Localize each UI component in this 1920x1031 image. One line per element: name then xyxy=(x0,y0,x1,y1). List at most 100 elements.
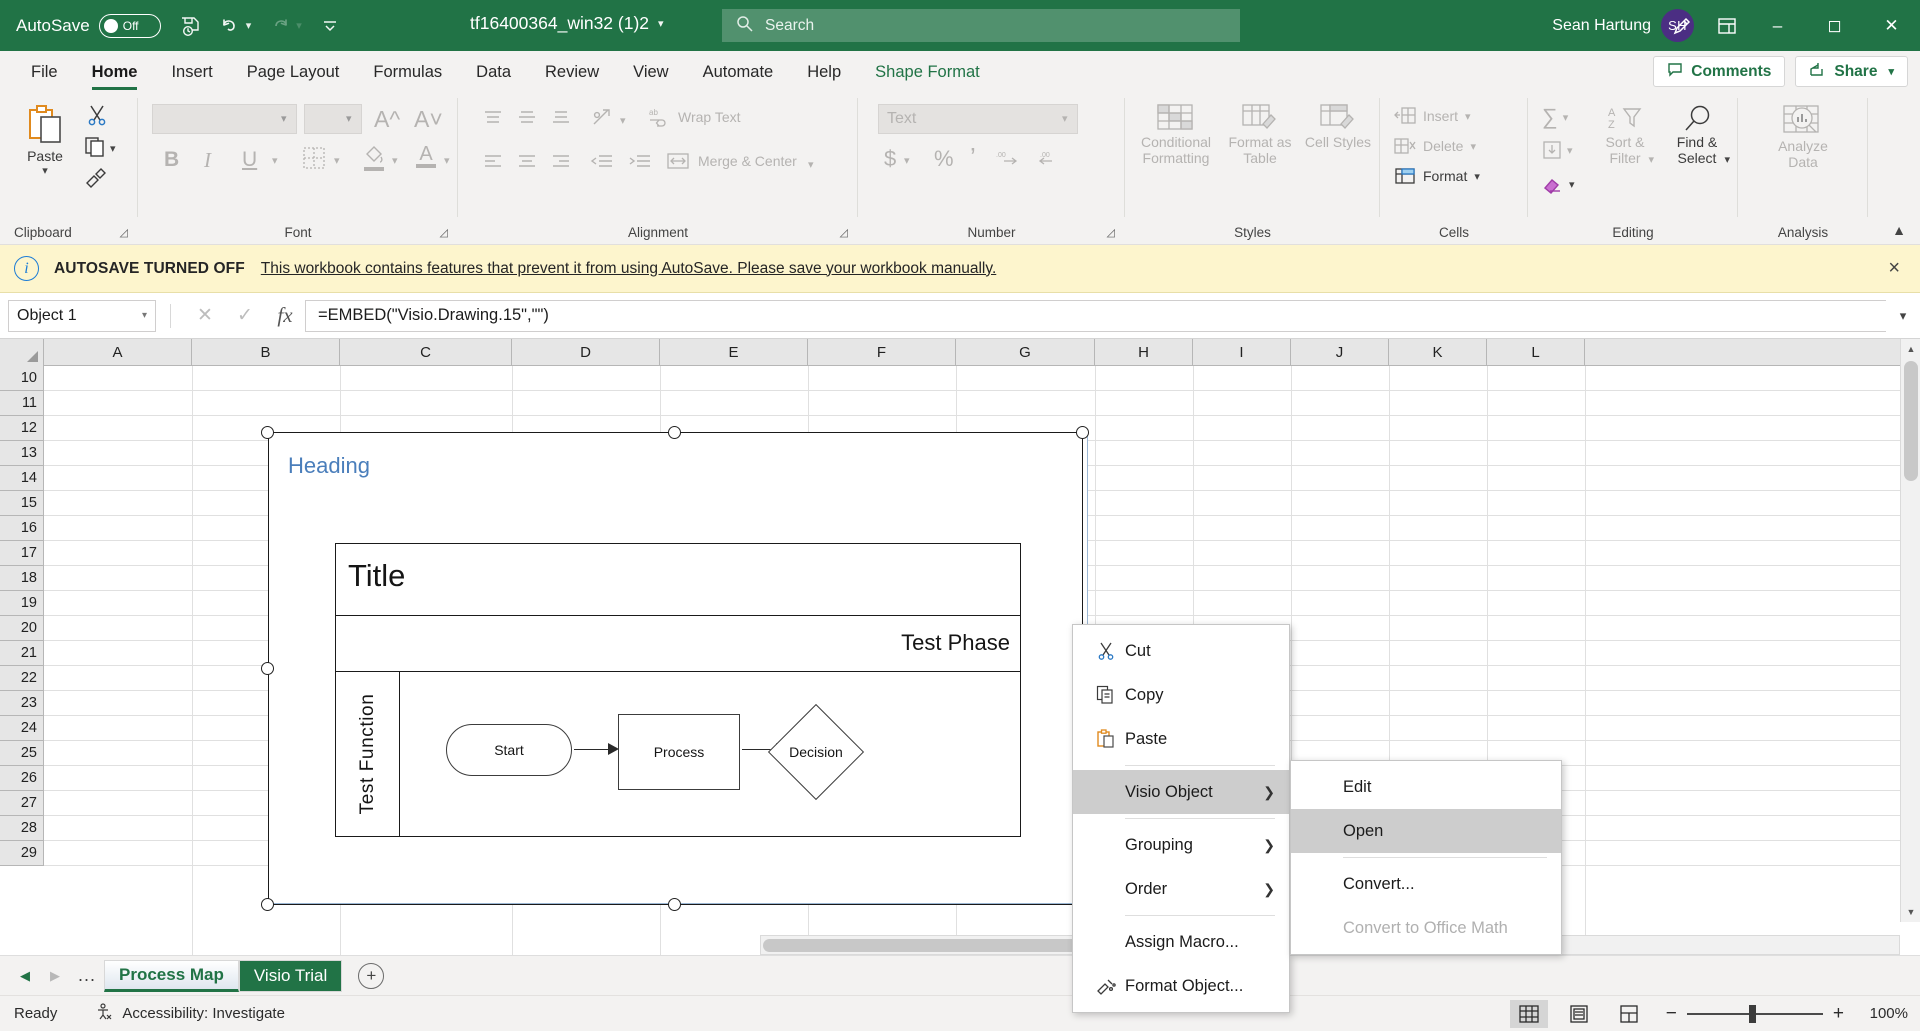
message-bar-close-icon[interactable]: × xyxy=(1888,257,1900,280)
row-header-19[interactable]: 19 xyxy=(0,591,44,616)
accessibility-status[interactable]: Accessibility: Investigate xyxy=(95,1002,285,1025)
scroll-up-icon[interactable]: ▲ xyxy=(1901,339,1920,359)
row-header-12[interactable]: 12 xyxy=(0,416,44,441)
save-icon[interactable] xyxy=(179,15,201,37)
format-cells-button[interactable]: Format ▾ xyxy=(1394,166,1480,186)
tab-formulas[interactable]: Formulas xyxy=(356,54,459,90)
column-header-b[interactable]: B xyxy=(192,339,340,366)
font-name-combo[interactable] xyxy=(152,104,297,134)
submenu-item-open[interactable]: Open xyxy=(1291,809,1561,853)
number-format-combo[interactable]: Text xyxy=(878,104,1078,134)
copy-caret-icon[interactable]: ▾ xyxy=(110,142,116,155)
select-all-corner[interactable] xyxy=(0,339,44,366)
tab-data[interactable]: Data xyxy=(459,54,528,90)
row-header-17[interactable]: 17 xyxy=(0,541,44,566)
tab-insert[interactable]: Insert xyxy=(154,54,229,90)
sheet-tab-visio-trial[interactable]: Visio Trial xyxy=(238,959,343,992)
row-header-22[interactable]: 22 xyxy=(0,666,44,691)
row-header-16[interactable]: 16 xyxy=(0,516,44,541)
font-name-caret-icon[interactable]: ▾ xyxy=(281,112,287,125)
column-header-e[interactable]: E xyxy=(660,339,808,366)
context-menu-item-format-object[interactable]: Format Object... xyxy=(1073,964,1289,1008)
format-painter-button[interactable] xyxy=(84,166,108,188)
zoom-out-button[interactable]: − xyxy=(1666,1003,1677,1025)
zoom-level[interactable]: 100% xyxy=(1856,1005,1908,1022)
customize-quick-access-icon[interactable] xyxy=(320,18,340,34)
scroll-down-icon[interactable]: ▼ xyxy=(1901,902,1920,922)
column-header-a[interactable]: A xyxy=(44,339,192,366)
sheet-tab-process-map[interactable]: Process Map xyxy=(104,959,239,992)
vertical-scrollbar[interactable]: ▲ ▼ xyxy=(1900,339,1920,922)
submenu-item-convert[interactable]: Convert... xyxy=(1291,862,1561,906)
resize-handle-middle-left[interactable] xyxy=(261,662,274,675)
tab-page-layout[interactable]: Page Layout xyxy=(230,54,357,90)
find-select-button[interactable]: Find & Select ▾ xyxy=(1662,104,1732,166)
insert-function-icon[interactable]: fx xyxy=(265,303,305,328)
number-dialog-launcher[interactable]: ◿ xyxy=(1107,226,1115,239)
zoom-slider[interactable]: − + xyxy=(1666,1003,1844,1025)
cut-button[interactable] xyxy=(86,104,108,126)
row-header-14[interactable]: 14 xyxy=(0,466,44,491)
share-button[interactable]: Share ▾ xyxy=(1795,56,1908,87)
close-button[interactable]: ✕ xyxy=(1863,0,1920,51)
alignment-dialog-launcher[interactable]: ◿ xyxy=(840,226,848,239)
pen-icon[interactable] xyxy=(1659,0,1704,51)
undo-icon[interactable]: ▾ xyxy=(219,16,252,36)
clear-caret-icon[interactable]: ▾ xyxy=(1569,178,1575,191)
row-header-11[interactable]: 11 xyxy=(0,391,44,416)
resize-handle-top-left[interactable] xyxy=(261,426,274,439)
normal-view-icon[interactable] xyxy=(1509,999,1548,1028)
tab-view[interactable]: View xyxy=(616,54,685,90)
context-menu-item-assign-macro[interactable]: Assign Macro... xyxy=(1073,920,1289,964)
context-menu-item-grouping[interactable]: Grouping ❯ xyxy=(1073,823,1289,867)
tab-file[interactable]: File xyxy=(14,54,75,90)
next-sheet-icon[interactable]: ▶ xyxy=(40,968,70,984)
page-break-preview-icon[interactable] xyxy=(1610,1000,1648,1028)
submenu-item-edit[interactable]: Edit xyxy=(1291,765,1561,809)
paste-caret-icon[interactable]: ▾ xyxy=(42,164,48,177)
name-box-caret-icon[interactable]: ▾ xyxy=(142,310,147,321)
context-menu-item-cut[interactable]: Cut xyxy=(1073,629,1289,673)
column-header-c[interactable]: C xyxy=(340,339,512,366)
font-size-combo[interactable] xyxy=(304,104,362,134)
tab-shape-format[interactable]: Shape Format xyxy=(858,54,997,90)
column-header-j[interactable]: J xyxy=(1291,339,1389,366)
row-header-18[interactable]: 18 xyxy=(0,566,44,591)
vertical-scroll-thumb[interactable] xyxy=(1904,361,1918,481)
clear-button[interactable]: ▾ xyxy=(1542,174,1575,194)
autosave-toggle-group[interactable]: AutoSave Off xyxy=(16,13,161,38)
tab-home[interactable]: Home xyxy=(75,54,155,90)
row-header-20[interactable]: 20 xyxy=(0,616,44,641)
column-header-i[interactable]: I xyxy=(1193,339,1291,366)
font-size-caret-icon[interactable]: ▾ xyxy=(346,112,352,125)
tab-automate[interactable]: Automate xyxy=(686,54,791,90)
resize-handle-bottom-center[interactable] xyxy=(668,898,681,911)
restore-button[interactable]: ◻ xyxy=(1806,0,1863,51)
column-header-l[interactable]: L xyxy=(1487,339,1585,366)
row-header-23[interactable]: 23 xyxy=(0,691,44,716)
resize-handle-top-center[interactable] xyxy=(668,426,681,439)
copy-button[interactable] xyxy=(84,136,108,158)
column-header-f[interactable]: F xyxy=(808,339,956,366)
name-box[interactable]: Object 1 ▾ xyxy=(8,299,156,332)
row-header-13[interactable]: 13 xyxy=(0,441,44,466)
document-title-group[interactable]: tf16400364_win32 (1)2 ▾ xyxy=(470,13,664,34)
tab-review[interactable]: Review xyxy=(528,54,616,90)
row-header-27[interactable]: 27 xyxy=(0,791,44,816)
format-caret-icon[interactable]: ▾ xyxy=(1474,170,1480,183)
minimize-button[interactable]: – xyxy=(1749,0,1806,51)
document-title-caret-icon[interactable]: ▾ xyxy=(658,17,664,30)
paste-button[interactable]: Paste ▾ xyxy=(12,104,78,177)
zoom-in-button[interactable]: + xyxy=(1833,1003,1844,1025)
font-dialog-launcher[interactable]: ◿ xyxy=(440,226,448,239)
search-input[interactable]: Search xyxy=(722,9,1240,42)
ribbon-display-options-icon[interactable] xyxy=(1704,0,1749,51)
row-header-25[interactable]: 25 xyxy=(0,741,44,766)
sheet-overflow-icon[interactable]: ... xyxy=(70,965,104,986)
previous-sheet-icon[interactable]: ◀ xyxy=(10,968,40,984)
context-menu-item-order[interactable]: Order ❯ xyxy=(1073,867,1289,911)
undo-dropdown-caret[interactable]: ▾ xyxy=(246,19,252,32)
row-header-15[interactable]: 15 xyxy=(0,491,44,516)
column-header-h[interactable]: H xyxy=(1095,339,1193,366)
column-header-g[interactable]: G xyxy=(956,339,1095,366)
